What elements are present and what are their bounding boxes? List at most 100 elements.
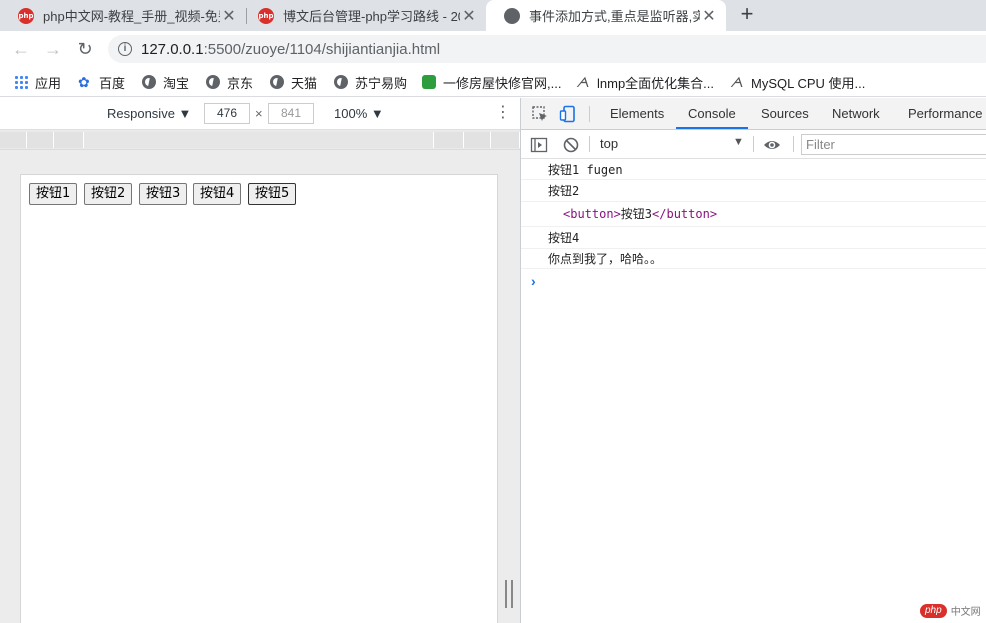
ruler-segment[interactable] [27,132,54,148]
sidebar-toggle-icon[interactable] [530,136,548,154]
devtools-tabbar: Elements Console Sources Network Perform… [521,98,986,130]
page-button-2[interactable]: 按钮2 [84,183,133,205]
bookmark-label: 苏宁易购 [355,75,408,91]
bookmark-lnmp[interactable]: ᗅ lnmp全面优化集合... [576,73,714,91]
house-icon [422,75,436,89]
info-icon[interactable]: i [118,42,132,56]
globe-icon [270,75,284,89]
more-options-icon[interactable]: ⋮ [495,104,511,122]
address-bar[interactable]: i 127.0.0.1:5500/zuoye/1104/shijiantianj… [108,35,986,63]
tab-console[interactable]: Console [676,98,748,129]
eye-icon[interactable] [763,136,781,154]
bookmark-label: 一修房屋快修官网,... [443,75,562,91]
ruler-segment[interactable] [464,132,491,148]
close-icon[interactable]: ✕ [700,6,718,26]
context-selector[interactable]: top [600,136,618,151]
page-button-4[interactable]: 按钮4 [193,183,242,205]
chevron-down-icon[interactable]: ▼ [733,136,744,148]
bookmark-baidu[interactable]: ✿ 百度 [78,73,125,91]
console-text: 按钮4 [548,231,580,245]
ruler-segment[interactable] [84,132,434,148]
ruler-segment[interactable] [0,132,27,148]
html-tag-open: <button> [563,207,621,221]
bookmark-jd[interactable]: 京东 [206,73,253,91]
bookmark-suning[interactable]: 苏宁易购 [334,73,407,91]
bookmark-label: 百度 [99,75,126,91]
new-tab-button[interactable]: + [736,3,758,27]
console-message[interactable]: 按钮4 [521,227,986,249]
tab-network[interactable]: Network [832,98,880,129]
inspect-element-icon[interactable] [531,105,549,123]
viewport-height-input[interactable]: 841 [268,103,314,124]
browser-tab-3[interactable]: 事件添加方式,重点是监听器,实例 ✕ [486,0,726,31]
globe-icon [142,75,156,89]
toolbar-divider [589,136,590,152]
bookmark-label: 天猫 [291,75,318,91]
bookmark-label: 京东 [227,75,254,91]
bookmark-tmall[interactable]: 天猫 [270,73,317,91]
tab-performance[interactable]: Performance [908,98,982,129]
tab-elements[interactable]: Elements [610,98,664,129]
tab-title: 博文后台管理-php学习路线 - 20 [283,9,460,24]
reload-icon[interactable]: ↻ [74,38,96,60]
filter-input[interactable]: Filter [801,134,986,155]
device-toggle-icon[interactable] [559,105,577,123]
tab-sources[interactable]: Sources [761,98,809,129]
forward-arrow-icon[interactable]: → [42,38,64,60]
resize-handle[interactable] [505,580,513,608]
globe-icon [504,7,520,24]
bookmark-label: MySQL CPU 使用... [751,75,866,91]
watermark-logo: php [920,603,947,618]
html-tag-close: </button> [652,207,718,221]
console-message[interactable]: 按钮2 [521,180,986,202]
viewport-width-input[interactable]: 476 [204,103,250,124]
dimension-separator: × [255,106,263,121]
page-button-1[interactable]: 按钮1 [29,183,78,205]
watermark-text: 中文网 [950,607,981,618]
watermark: php 中文网 [920,603,981,618]
device-toolbar: Responsive ▼ 476 × 841 100% ▼ ⋮ [0,98,520,130]
paw-icon: ✿ [78,74,90,90]
back-arrow-icon[interactable]: ← [10,38,32,60]
element-text: 按钮3 [620,207,653,221]
ruler-segment[interactable] [434,132,464,148]
mysql-icon: ᗅ [730,74,744,90]
tab-strip: php php中文网-教程_手册_视频-免费 ✕ php 博文后台管理-php学… [0,0,986,31]
console-text: 按钮2 [548,184,580,198]
clear-console-icon[interactable] [562,136,580,154]
console-text: 你点到我了，哈哈。。 [548,252,663,266]
console-message[interactable]: 你点到我了，哈哈。。 [521,249,986,269]
console-messages: 按钮1 fugen 按钮2 <button>按钮3</button> 按钮4 你… [521,160,986,269]
console-message-element[interactable]: <button>按钮3</button> [521,202,986,227]
zoom-select[interactable]: 100% ▼ [334,106,384,121]
media-query-ruler[interactable] [0,130,520,150]
browser-toolbar: ← → ↻ i 127.0.0.1:5500/zuoye/1104/shijia… [0,31,986,67]
ruler-segment[interactable] [491,132,520,148]
ruler-segment[interactable] [54,132,84,148]
bookmark-mysql[interactable]: ᗅ MySQL CPU 使用... [730,73,865,91]
devtools-panel: Elements Console Sources Network Perform… [520,98,986,623]
browser-tab-2[interactable]: php 博文后台管理-php学习路线 - 20 ✕ [240,0,486,31]
php-icon: php [18,7,34,24]
bookmark-label: 应用 [35,75,62,91]
close-icon[interactable]: ✕ [220,6,238,26]
browser-tab-1[interactable]: php php中文网-教程_手册_视频-免费 ✕ [0,0,246,31]
bookmark-label: lnmp全面优化集合... [597,75,715,91]
device-mode-select[interactable]: Responsive ▼ [107,106,191,121]
bookmark-yixiu[interactable]: 一修房屋快修官网,... [422,73,561,91]
page-button-5[interactable]: 按钮5 [248,183,297,205]
page-button-3[interactable]: 按钮3 [139,183,188,205]
mysql-icon: ᗅ [576,74,590,90]
toolbar-divider [753,136,754,152]
bookmark-apps[interactable]: 应用 [14,73,61,91]
bookmarks-bar: 应用 ✿ 百度 淘宝 京东 天猫 苏宁易购 一修房屋快修官网,... ᗅ lnm… [0,67,986,97]
console-prompt-icon[interactable]: › [531,273,536,289]
tab-title: php中文网-教程_手册_视频-免费 [43,9,220,24]
bookmark-taobao[interactable]: 淘宝 [142,73,189,91]
console-text: 按钮1 fugen [548,163,623,177]
url-host: 127.0.0.1 [141,40,204,58]
toolbar-divider [589,106,590,122]
close-icon[interactable]: ✕ [460,6,478,26]
console-message[interactable]: 按钮1 fugen [521,160,986,180]
console-toolbar: top ▼ Filter [521,130,986,159]
